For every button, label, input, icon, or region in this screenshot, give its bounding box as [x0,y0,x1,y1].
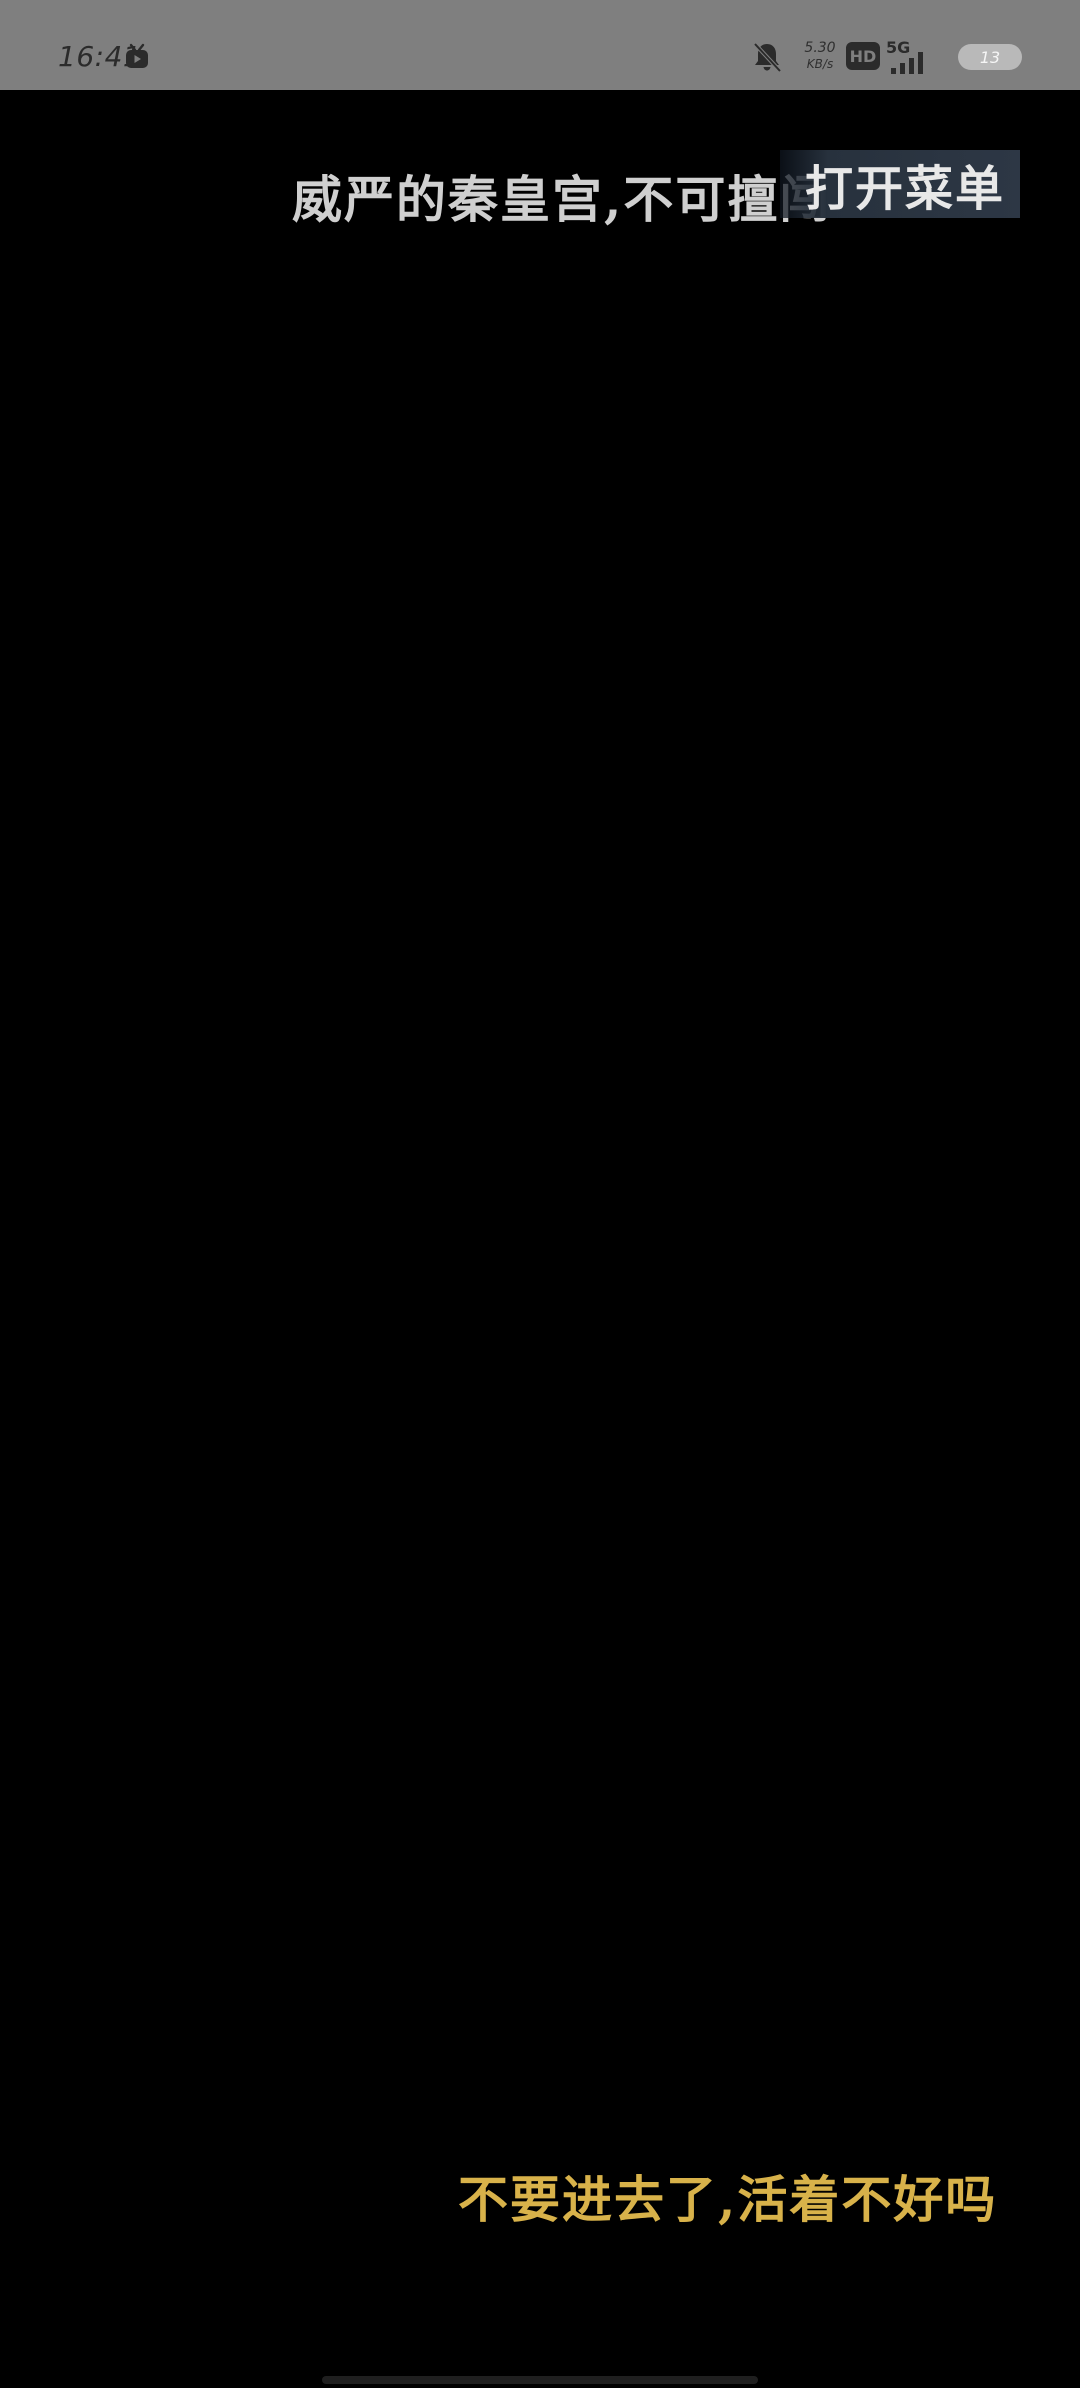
open-menu-button[interactable]: 打开菜单 [780,150,1020,218]
battery-level: 13 [979,47,1001,67]
hd-badge: HD [846,42,880,70]
status-bar: 16:41 5.30 KB/s HD 5G 13 [0,0,1080,90]
net-speed-unit: KB/s [806,57,834,71]
signal-strength-icon [891,52,923,74]
net-speed-readout: 5.30 KB/s [800,40,840,72]
battery-icon: 13 [958,44,1022,70]
home-indicator[interactable] [322,2376,758,2384]
app-tv-icon [126,43,148,68]
net-speed-value: 5.30 [804,40,836,56]
top-caption: 威严的秦皇宫,不可擅闯 [292,170,832,229]
bottom-caption: 不要进去了,活着不好吗 [458,2170,998,2229]
mute-bell-icon [753,42,782,73]
status-right-cluster: 5.30 KB/s HD 5G 13 [720,0,1080,90]
